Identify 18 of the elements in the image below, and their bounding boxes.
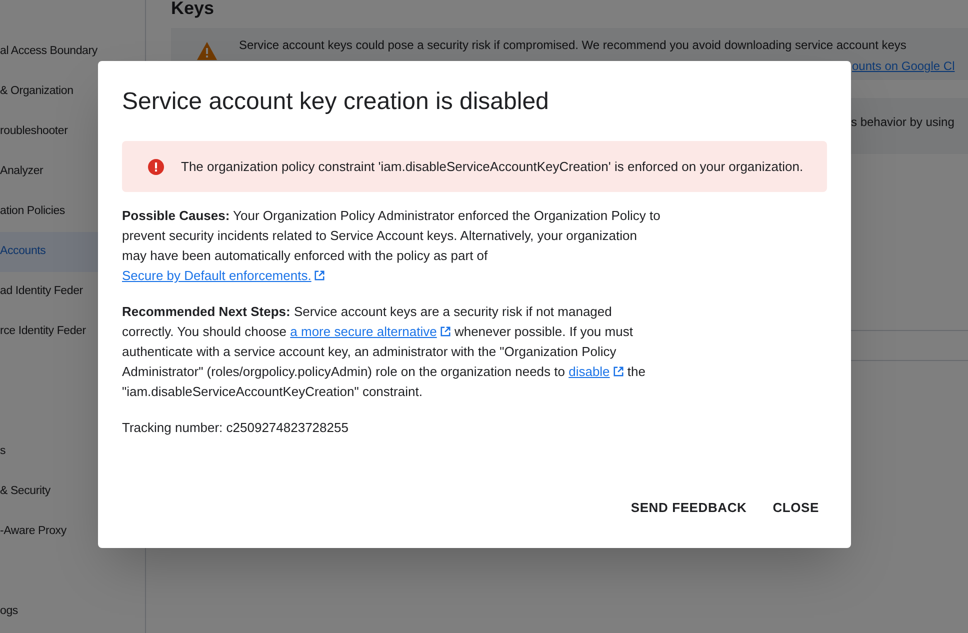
paragraph: Recommended Next Steps: Service account keys are a security risk if not managed correctly. You should choose a more secure alternative whenever possible. If you must authenticate with a service account key, an administrator with the "Organization Policy Administrator" (roles/orgpolicy.policyAdmin) role on the organization needs to disable the "iam.disableServiceAccountKeyCreation" constraint.: [122, 303, 646, 401]
dialog-button[interactable]: SEND FEEDBACK: [622, 490, 755, 526]
notice-text: s behavior by using: [851, 115, 954, 129]
external-link-icon: [314, 270, 326, 281]
dialog-title: Service account key creation is disabled: [122, 87, 550, 117]
error-icon: [148, 158, 164, 174]
warning-link[interactable]: ounts on Google Cl: [852, 57, 955, 75]
external-link-icon: [612, 366, 624, 377]
error-message: The organization policy constraint 'iam.disableServiceAccountKeyCreation' is enforced on your organization.: [181, 158, 804, 176]
sidebar-item[interactable]: al Access Boundary: [0, 32, 145, 72]
warning-text: Service account keys could pose a security risk if compromised. We recommend you avoid downloading service account keys: [239, 37, 908, 54]
external-link-icon: [440, 326, 451, 337]
page-heading: Keys: [171, 0, 216, 18]
sidebar-item[interactable]: ogs: [0, 592, 145, 632]
tracking-number: Tracking number: c2509274823728255: [122, 419, 350, 437]
dialog-button[interactable]: CLOSE: [764, 490, 827, 526]
link[interactable]: disable: [568, 364, 610, 379]
link[interactable]: a more secure alternative: [290, 324, 437, 339]
